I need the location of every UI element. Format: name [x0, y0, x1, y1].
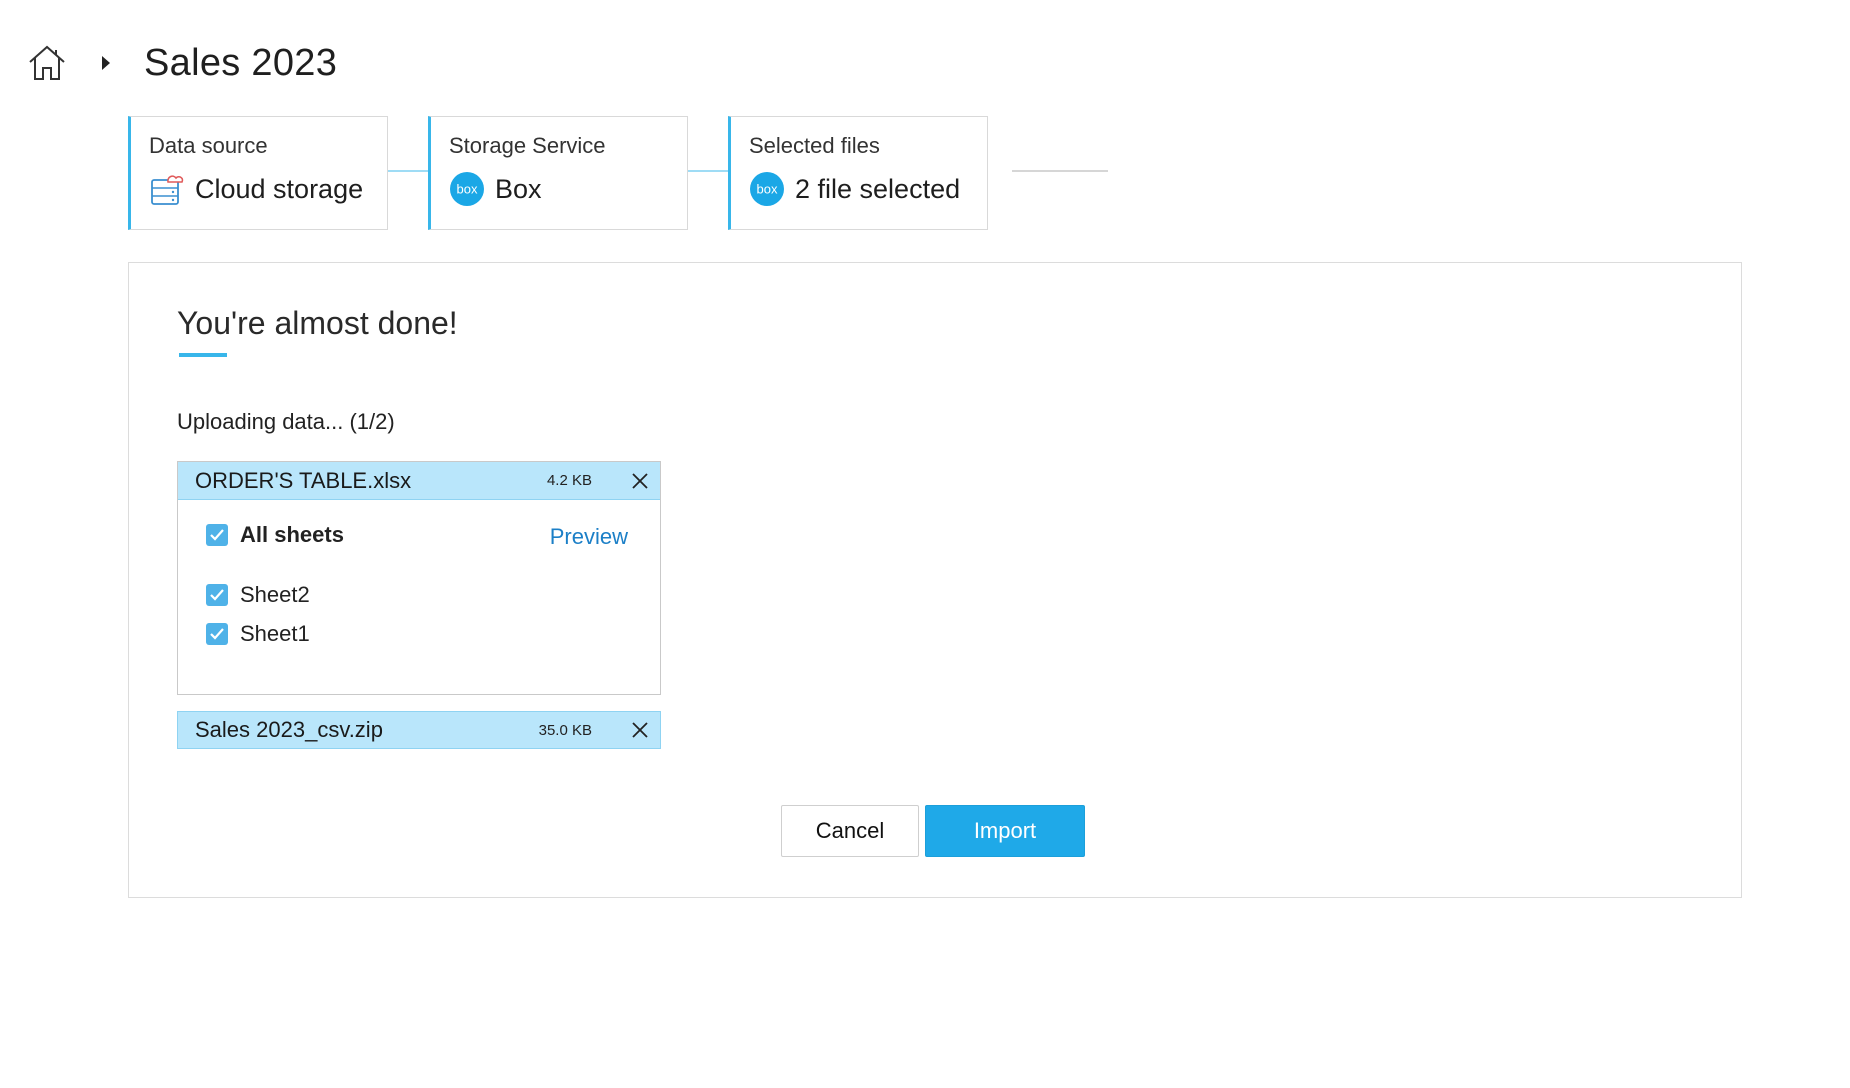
title-underline: [179, 353, 227, 357]
upload-status: Uploading data... (1/2): [177, 409, 395, 434]
step-label: Selected files: [749, 133, 880, 158]
step-storage-service[interactable]: Storage Service box Box: [428, 116, 688, 230]
import-button[interactable]: Import: [925, 805, 1085, 857]
checkbox-label: Sheet1: [240, 621, 310, 646]
step-value: 2 file selected: [795, 173, 961, 204]
file-card: Sales 2023_csv.zip 35.0 KB: [177, 711, 661, 749]
file-size: 35.0 KB: [538, 721, 592, 739]
step-connector: [688, 170, 730, 172]
file-header[interactable]: ORDER'S TABLE.xlsx 4.2 KB: [178, 462, 660, 500]
close-icon[interactable]: [630, 471, 650, 491]
home-icon[interactable]: [26, 42, 68, 84]
file-name: Sales 2023_csv.zip: [195, 717, 383, 742]
preview-link[interactable]: Preview: [550, 524, 628, 550]
file-header[interactable]: Sales 2023_csv.zip 35.0 KB: [178, 712, 660, 748]
svg-text:box: box: [457, 182, 478, 197]
checkbox-checked-icon: [206, 623, 228, 645]
step-connector: [388, 170, 430, 172]
step-selected-files[interactable]: Selected files box 2 file selected: [728, 116, 988, 230]
step-connector: [1012, 170, 1108, 172]
checkbox-checked-icon: [206, 584, 228, 606]
step-data-source[interactable]: Data source Cloud storage: [128, 116, 388, 230]
breadcrumb: Sales 2023: [26, 38, 337, 88]
cancel-button[interactable]: Cancel: [781, 805, 919, 857]
file-size: 4.2 KB: [546, 472, 592, 489]
close-icon[interactable]: [630, 720, 650, 740]
svg-text:box: box: [757, 182, 778, 197]
cloud-storage-icon: [149, 171, 185, 207]
checkbox-label: Sheet2: [240, 582, 310, 607]
sheet-list: All sheets Preview Sheet2 Sheet1: [178, 500, 660, 694]
sheet-checkbox[interactable]: Sheet1: [206, 621, 310, 647]
checkbox-label: All sheets: [240, 522, 344, 547]
all-sheets-checkbox[interactable]: All sheets: [206, 522, 344, 548]
file-card: ORDER'S TABLE.xlsx 4.2 KB All sheets Pre…: [177, 461, 661, 695]
caret-right-icon: [100, 55, 112, 71]
file-name: ORDER'S TABLE.xlsx: [195, 467, 412, 493]
step-value: Cloud storage: [195, 173, 364, 204]
import-panel: You're almost done! Uploading data... (1…: [128, 262, 1742, 898]
checkbox-checked-icon: [206, 524, 228, 546]
panel-title: You're almost done!: [177, 305, 458, 341]
step-label: Storage Service: [449, 133, 606, 158]
box-logo-icon: box: [749, 171, 785, 207]
step-label: Data source: [149, 133, 268, 158]
sheet-checkbox[interactable]: Sheet2: [206, 582, 310, 608]
import-steps: Data source Cloud storage Storage Servic…: [128, 116, 1108, 230]
step-value: Box: [495, 173, 542, 204]
box-logo-icon: box: [449, 171, 485, 207]
page-title: Sales 2023: [144, 41, 338, 84]
